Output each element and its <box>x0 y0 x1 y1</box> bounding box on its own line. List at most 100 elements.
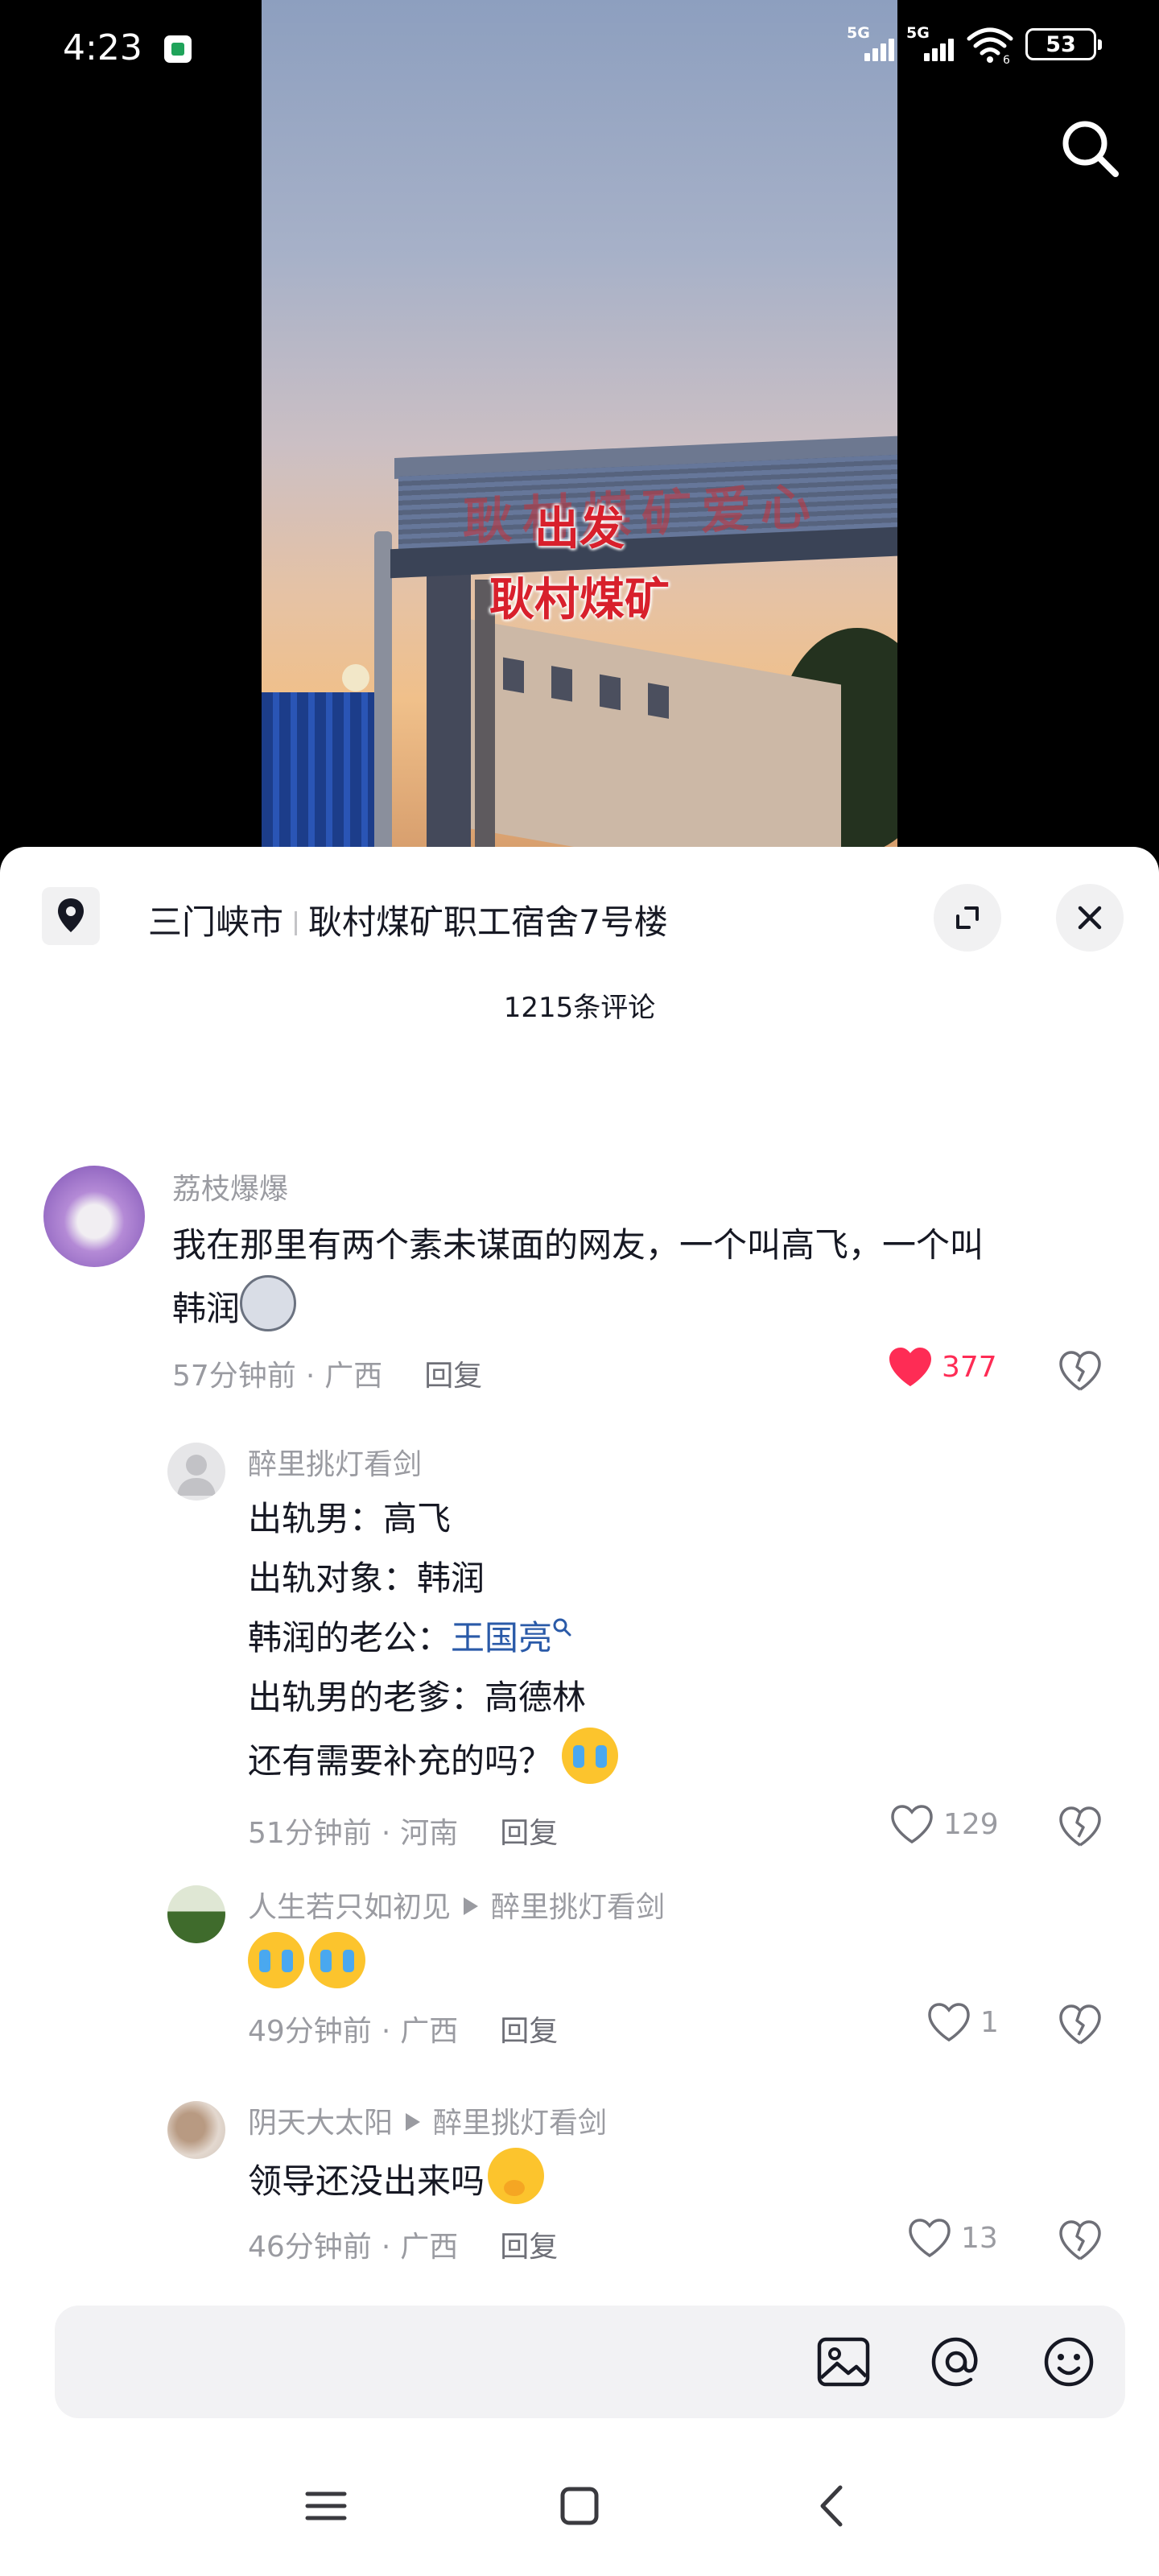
comment-region: 广西 <box>400 2015 459 2048</box>
video-caption-line-2: 耿村煤矿 <box>489 574 670 626</box>
search-link-icon <box>553 1618 571 1637</box>
like-count: 377 <box>942 1350 997 1384</box>
comment-text-line: 还有需要补充的吗？ <box>248 1728 1093 1791</box>
reply-item: 醉里挑灯看剑 出轨男：高飞 出轨对象：韩润 韩润的老公：王国亮 出轨男的老爹：高… <box>0 1402 1159 1869</box>
comment-input[interactable] <box>55 2306 779 2418</box>
like-button[interactable]: 1 <box>926 2001 999 2043</box>
status-bar: 4:23 5G 5G 6 53 <box>0 0 1159 97</box>
comment-text-line: 出轨男：高飞 <box>248 1499 452 1538</box>
comment-username[interactable]: 荔枝爆爆 <box>172 1166 288 1208</box>
reply-button[interactable]: 回复 <box>500 2015 558 2048</box>
reply-button[interactable]: 回复 <box>500 2231 558 2264</box>
location-text[interactable]: 三门峡市 耿村煤矿职工宿舍7号楼 <box>148 895 668 944</box>
cry-emoji-icon <box>309 1932 365 1988</box>
back-button[interactable] <box>797 2470 869 2542</box>
mention-button[interactable] <box>926 2331 987 2392</box>
avatar[interactable] <box>167 2101 225 2159</box>
dislike-button[interactable] <box>1058 2219 1103 2264</box>
dislike-button[interactable] <box>1058 2003 1103 2048</box>
wifi-label: 6 <box>1003 54 1010 64</box>
dislike-button[interactable] <box>1058 1805 1103 1850</box>
image-button[interactable] <box>813 2331 874 2392</box>
comment-text: 领导还没出来吗 <box>248 2148 545 2211</box>
like-button[interactable]: 377 <box>887 1346 997 1388</box>
street-lamp <box>342 664 369 691</box>
like-count: 13 <box>961 2221 998 2255</box>
signal-label: 5G <box>847 24 870 42</box>
comments-sheet: 三门峡市 耿村煤矿职工宿舍7号楼 1215条评论 荔枝爆爆 我在那里有两个素未谋面… <box>0 847 1159 2576</box>
comment-text: 我在那里有两个素未谋面的网友，一个叫高飞，一个叫 韩润 <box>172 1216 1106 1339</box>
comment-time: 46分钟前 <box>248 2231 372 2264</box>
at-icon <box>931 2337 978 2387</box>
close-button[interactable] <box>1056 884 1124 952</box>
search-icon[interactable] <box>1054 113 1127 185</box>
comment-time: 49分钟前 <box>248 2015 372 2048</box>
comment-text: 出轨男：高飞 出轨对象：韩润 韩润的老公：王国亮 出轨男的老爹：高德林 还有需要… <box>248 1489 1093 1791</box>
location-place: 耿村煤矿职工宿舍7号楼 <box>308 902 668 942</box>
location-city: 三门峡市 <box>148 902 284 942</box>
comment-region: 广西 <box>324 1360 383 1393</box>
comment-username: 阴天大太阳 醉里挑灯看剑 <box>248 2099 607 2141</box>
battery-icon: 53 <box>1025 28 1102 60</box>
emoji-icon <box>1044 2337 1094 2387</box>
location-separator <box>295 911 298 935</box>
comment-text-line: 韩润 <box>172 1275 1106 1339</box>
home-button[interactable] <box>543 2470 616 2542</box>
comment-time: 57分钟前 <box>172 1360 296 1393</box>
video-frame[interactable]: 耿村煤矿爱心 出发 耿村煤矿 <box>262 0 897 853</box>
signal-label: 5G <box>906 24 930 42</box>
laugh-cry-emoji-icon <box>562 1728 619 1784</box>
location-bar[interactable]: 三门峡市 耿村煤矿职工宿舍7号楼 <box>42 884 1124 952</box>
like-button[interactable]: 129 <box>889 1803 999 1845</box>
video-player[interactable]: 耿村煤矿爱心 出发 耿村煤矿 4:23 5G 5G 6 53 <box>0 0 1159 853</box>
signal-icon: 5G <box>906 24 955 64</box>
husky-emoji-icon <box>240 1275 297 1331</box>
comment-input-bar <box>55 2306 1125 2418</box>
comment-text-segment: 还有需要补充的吗？ <box>248 1741 553 1781</box>
system-nav-bar <box>0 2439 1159 2576</box>
comment-meta: 46分钟前 · 广西 回复 <box>248 2231 559 2264</box>
reply-arrow-icon <box>406 2113 421 2131</box>
avatar[interactable] <box>167 1443 225 1501</box>
comment-text-line: 出轨男的老爹：高德林 <box>248 1678 587 1717</box>
reply-arrow-icon <box>464 1897 479 1915</box>
heart-outline-icon <box>928 2003 970 2042</box>
comment-text <box>248 1932 365 1996</box>
fence <box>262 692 382 853</box>
comment-count: 1215条评论 <box>503 992 656 1024</box>
comment-meta: 57分钟前 · 广西 回复 <box>172 1360 483 1393</box>
wifi-icon: 6 <box>966 24 1014 67</box>
heart-filled-icon <box>889 1348 931 1386</box>
comment-text-line: 出轨对象：韩润 <box>248 1558 485 1598</box>
comment-meta: 49分钟前 · 广西 回复 <box>248 2015 559 2048</box>
reply-target[interactable]: 醉里挑灯看剑 <box>433 2107 607 2140</box>
emoji-button[interactable] <box>1038 2331 1099 2392</box>
reply-author[interactable]: 阴天大太阳 <box>248 2107 393 2140</box>
comment-item: 荔枝爆爆 我在那里有两个素未谋面的网友，一个叫高飞，一个叫 韩润 57分钟前 · 广… <box>0 1121 1159 1410</box>
image-icon <box>817 2337 870 2387</box>
signal-icon: 5G <box>847 24 895 64</box>
reply-button[interactable]: 回复 <box>424 1360 482 1393</box>
cry-emoji-icon <box>248 1932 304 1988</box>
like-button[interactable]: 13 <box>906 2217 998 2259</box>
avatar[interactable] <box>167 1885 225 1943</box>
comment-username[interactable]: 醉里挑灯看剑 <box>248 1441 422 1483</box>
dislike-button[interactable] <box>1058 1349 1103 1394</box>
reply-author[interactable]: 人生若只如初见 <box>248 1891 451 1924</box>
like-count: 129 <box>943 1807 999 1841</box>
menu-button[interactable] <box>290 2470 362 2542</box>
video-caption-line-1: 出发 <box>534 503 625 555</box>
expand-button[interactable] <box>934 884 1001 952</box>
heart-outline-icon <box>891 1805 933 1844</box>
battery-level: 53 <box>1046 31 1076 57</box>
reply-item: 人生若只如初见 醉里挑灯看剑 49分钟前 · 广西 回复 1 <box>0 1845 1159 2062</box>
search-link[interactable]: 王国亮 <box>451 1618 552 1657</box>
avatar[interactable] <box>43 1166 145 1267</box>
reply-target[interactable]: 醉里挑灯看剑 <box>491 1891 665 1924</box>
reply-item: 阴天大太阳 醉里挑灯看剑 领导还没出来吗 46分钟前 · 广西 回复 13 <box>0 2061 1159 2278</box>
expand-icon <box>956 906 979 929</box>
menu-icon <box>305 2491 347 2520</box>
default-avatar-icon <box>177 1455 216 1496</box>
shy-emoji-icon <box>488 2148 545 2204</box>
like-count: 1 <box>980 2005 999 2039</box>
